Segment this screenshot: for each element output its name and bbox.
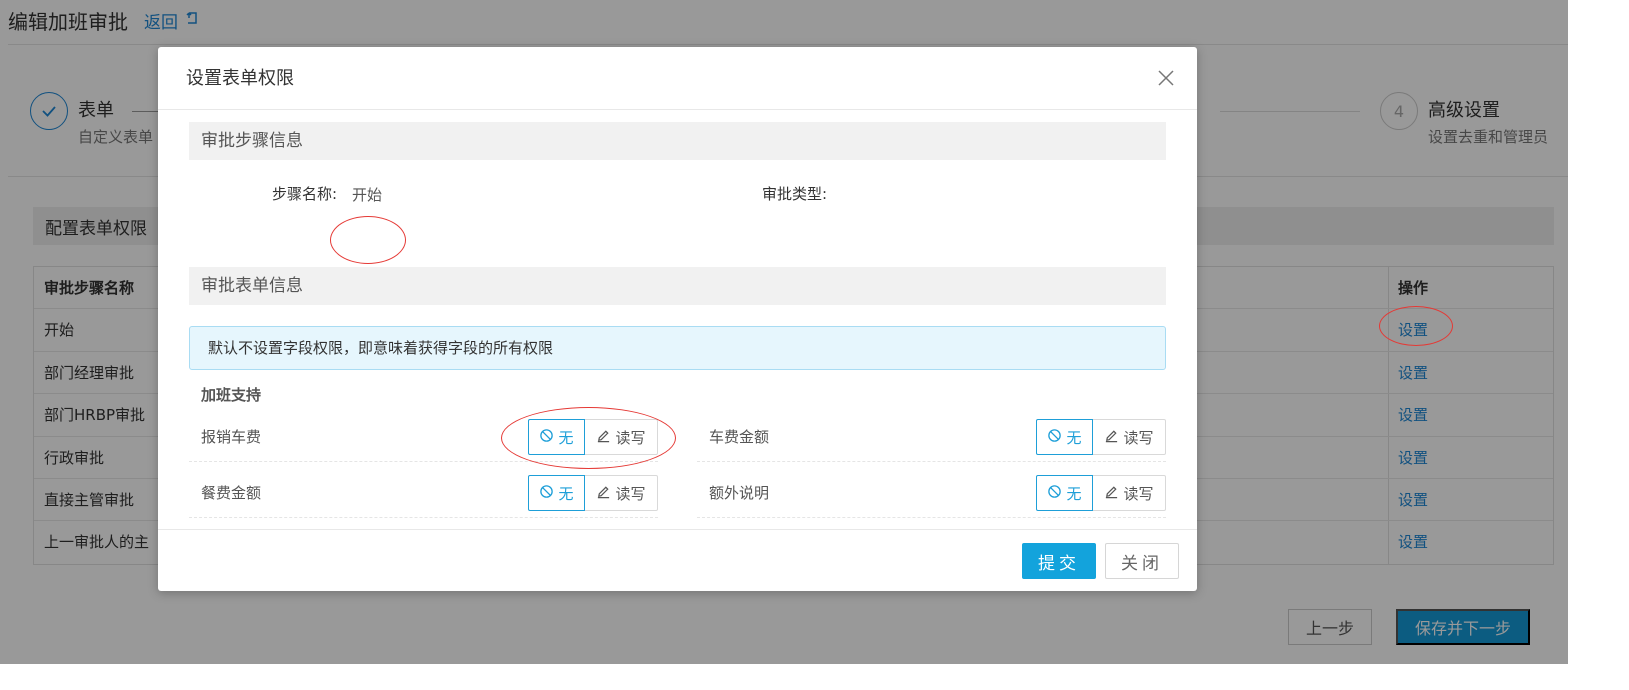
dialog-footer: 提交 关闭: [158, 529, 1197, 591]
permission-toggle: 无 读写: [528, 419, 658, 455]
dialog-body: 审批步骤信息 步骤名称: 开始 审批类型: 审批表单信息 默认不设置字段权限，即…: [158, 111, 1197, 529]
permission-readwrite-button[interactable]: 读写: [1093, 475, 1166, 511]
field-permission-row: 餐费金额 无 读写: [189, 468, 658, 518]
dialog-header: 设置表单权限: [158, 47, 1197, 110]
permission-none-label: 无: [558, 485, 574, 503]
permission-toggle: 无 读写: [528, 475, 658, 511]
permission-readwrite-label: 读写: [615, 429, 646, 447]
permission-toggle: 无 读写: [1036, 475, 1166, 511]
field-permission-row: 报销车费 无 读写: [189, 412, 658, 462]
permission-none-button[interactable]: 无: [1036, 419, 1093, 455]
field-permission-row: 额外说明 无 读写: [697, 468, 1166, 518]
permission-none-button[interactable]: 无: [528, 419, 585, 455]
form-permission-dialog: 设置表单权限 审批步骤信息 步骤名称: 开始 审批类型: 审批表单信息 默认不设…: [158, 47, 1197, 591]
permission-readwrite-label: 读写: [1123, 429, 1154, 447]
step-name-label: 步骤名称:: [272, 185, 338, 203]
permission-notice: 默认不设置字段权限，即意味着获得字段的所有权限: [189, 326, 1166, 370]
permission-none-label: 无: [1066, 429, 1082, 447]
annotation-oval: [330, 216, 406, 264]
close-icon[interactable]: [1157, 69, 1175, 87]
field-label: 车费金额: [709, 428, 770, 446]
submit-button[interactable]: 提交: [1022, 543, 1096, 579]
group-title: 加班支持: [201, 386, 262, 404]
step-info-section-title: 审批步骤信息: [189, 122, 1166, 160]
permission-readwrite-label: 读写: [1123, 485, 1154, 503]
permission-toggle: 无 读写: [1036, 419, 1166, 455]
pencil-icon: [596, 484, 611, 503]
field-permission-row: 车费金额 无 读写: [697, 412, 1166, 462]
permission-none-button[interactable]: 无: [1036, 475, 1093, 511]
approval-type-label: 审批类型:: [762, 185, 828, 203]
permission-none-label: 无: [1066, 485, 1082, 503]
permission-none-label: 无: [558, 429, 574, 447]
step-name-value: 开始: [352, 186, 383, 204]
permission-readwrite-button[interactable]: 读写: [585, 419, 658, 455]
pencil-icon: [1104, 484, 1119, 503]
ban-icon: [539, 428, 554, 447]
dialog-title: 设置表单权限: [186, 68, 294, 89]
pencil-icon: [596, 428, 611, 447]
ban-icon: [1047, 484, 1062, 503]
pencil-icon: [1104, 428, 1119, 447]
permission-readwrite-label: 读写: [615, 485, 646, 503]
field-label: 额外说明: [709, 484, 770, 502]
permission-readwrite-button[interactable]: 读写: [585, 475, 658, 511]
ban-icon: [1047, 428, 1062, 447]
field-label: 报销车费: [201, 428, 262, 446]
ban-icon: [539, 484, 554, 503]
permission-readwrite-button[interactable]: 读写: [1093, 419, 1166, 455]
field-label: 餐费金额: [201, 484, 262, 502]
close-button[interactable]: 关闭: [1105, 543, 1179, 579]
form-info-section-title: 审批表单信息: [189, 267, 1166, 305]
permission-none-button[interactable]: 无: [528, 475, 585, 511]
